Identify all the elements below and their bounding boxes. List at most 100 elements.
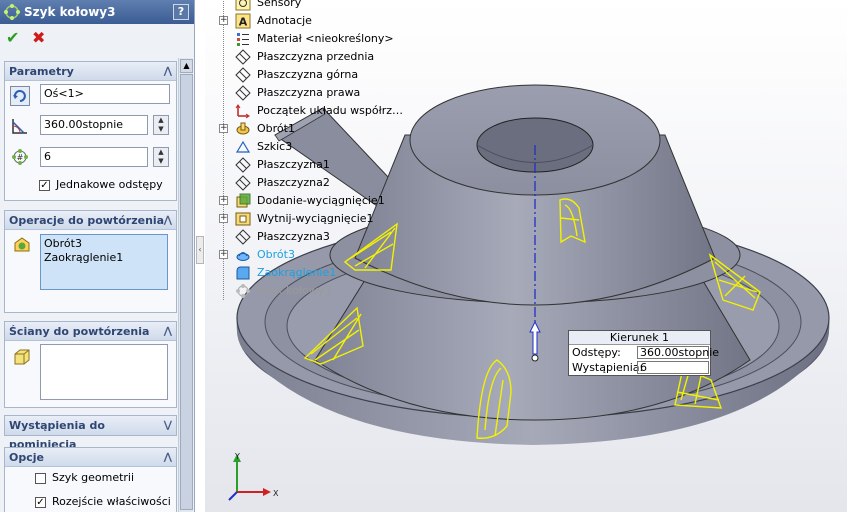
- tree-item-fillet1[interactable]: Zaokrąglenie1: [215, 264, 415, 282]
- angle-spinner[interactable]: ▲ ▼: [153, 115, 169, 135]
- features-to-pattern-header[interactable]: Operacje do powtórzenia ⋀: [5, 211, 176, 230]
- tree-item-material[interactable]: Materiał <nieokreślony>: [215, 30, 415, 48]
- tree-item-plane3[interactable]: Płaszczyzna3: [215, 228, 415, 246]
- parameters-group-header[interactable]: Parametry ⋀: [5, 62, 176, 81]
- tree-item-cut-extrude1[interactable]: + Wytnij-wyciągnięcie1: [215, 210, 415, 228]
- callout-title: Kierunek 1: [569, 331, 710, 345]
- list-item[interactable]: Zaokrąglenie1: [44, 251, 164, 265]
- panel-splitter-handle[interactable]: ‹: [196, 236, 204, 264]
- expand-toggle-icon[interactable]: +: [219, 214, 228, 223]
- callout-spacing-field[interactable]: 360.00stopnie: [637, 346, 719, 359]
- sensor-icon: [235, 0, 251, 11]
- tree-item-sensors[interactable]: Sensory: [215, 0, 415, 12]
- faces-to-pattern-title: Ściany do powtórzenia: [9, 325, 150, 338]
- tree-item-front-plane[interactable]: Płaszczyzna przednia: [215, 48, 415, 66]
- plane-icon: [235, 85, 251, 101]
- collapse-chevron-icon[interactable]: ⋀: [164, 448, 172, 467]
- propagate-visual-label: Rozejście właściwości: [52, 495, 171, 508]
- axis-field[interactable]: Oś<1>: [40, 84, 170, 104]
- feature-tree: Sensory + A Adnotacje Materiał <nieokreś…: [215, 0, 415, 300]
- callout-instances-label: Wystąpienia:: [572, 361, 644, 374]
- scroll-up-arrow-icon[interactable]: ▲: [180, 59, 193, 73]
- plane-icon: [235, 175, 251, 191]
- faces-to-pattern-header[interactable]: Ściany do powtórzenia ⋀: [5, 322, 176, 341]
- list-item[interactable]: Obrót3: [44, 237, 164, 251]
- property-manager: Szyk kołowy3 ? ✔ ✖ Parametry ⋀ Oś<1> 360…: [0, 0, 195, 512]
- svg-text:#: #: [17, 153, 24, 162]
- fillet-icon: [236, 266, 250, 280]
- collapse-chevron-icon[interactable]: ⋀: [164, 62, 172, 81]
- face-icon: [14, 349, 30, 365]
- callout-spacing-row: Odstępy: 360.00stopnie: [569, 345, 719, 360]
- geometry-pattern-label: Szyk geometrii: [52, 471, 135, 484]
- equal-spacing-checkbox[interactable]: ✓: [39, 180, 50, 191]
- faces-to-pattern-group: Ściany do powtórzenia ⋀: [4, 321, 177, 408]
- property-manager-scrollbar[interactable]: ▲: [178, 58, 193, 512]
- features-to-pattern-group: Operacje do powtórzenia ⋀ Obrót3 Zaokrąg…: [4, 210, 177, 313]
- tree-item-origin[interactable]: Początek układu współrz…: [215, 102, 415, 120]
- callout-instances-field[interactable]: 6: [637, 361, 709, 374]
- collapse-chevron-icon[interactable]: ⋀: [164, 322, 172, 341]
- reference-triad: Y X: [228, 452, 279, 501]
- expand-toggle-icon[interactable]: +: [219, 124, 228, 133]
- propagate-visual-checkbox[interactable]: ✓: [35, 497, 46, 508]
- triad-x-label: X: [273, 489, 279, 498]
- tree-item-annotations[interactable]: + A Adnotacje: [215, 12, 415, 30]
- sketch-icon: [235, 140, 251, 153]
- scroll-thumb[interactable]: [180, 74, 193, 510]
- property-manager-title: Szyk kołowy3: [24, 5, 116, 19]
- collapse-chevron-icon[interactable]: ⋀: [164, 211, 172, 230]
- tree-item-plane1[interactable]: Płaszczyzna1: [215, 156, 415, 174]
- plane-icon: [235, 49, 251, 65]
- tree-item-revolve3[interactable]: + Obrót3: [215, 246, 415, 264]
- instances-to-skip-header[interactable]: Wystąpienia do pominięcia ⋁: [5, 416, 176, 451]
- graphics-viewport[interactable]: Sensory + A Adnotacje Materiał <nieokreś…: [205, 0, 847, 512]
- expand-toggle-icon[interactable]: +: [219, 250, 228, 259]
- angle-icon: [12, 119, 27, 134]
- revolve-icon: [236, 122, 250, 135]
- features-to-pattern-title: Operacje do powtórzenia: [9, 214, 165, 227]
- circular-pattern-icon: [4, 4, 20, 20]
- tree-item-top-plane[interactable]: Płaszczyzna górna: [215, 66, 415, 84]
- options-group: Opcje ⋀ Szyk geometrii ✓ Rozejście właśc…: [4, 447, 177, 512]
- tree-item-sketch3[interactable]: Szkic3: [215, 138, 415, 156]
- geometry-pattern-checkbox[interactable]: [35, 473, 46, 484]
- annotations-icon: A: [235, 13, 251, 29]
- parameters-group-title: Parametry: [9, 65, 74, 78]
- tree-item-revolve1[interactable]: + Obrót1: [215, 120, 415, 138]
- faces-to-pattern-list[interactable]: [40, 344, 168, 400]
- ok-button[interactable]: ✔: [6, 30, 19, 46]
- cut-extrude-icon: [235, 212, 251, 226]
- callout-instances-row: Wystąpienia: 6: [569, 360, 710, 375]
- origin-icon: [235, 104, 250, 119]
- instance-count-field[interactable]: 6: [40, 147, 148, 167]
- circular-pattern-icon: [236, 284, 250, 298]
- cancel-button[interactable]: ✖: [32, 30, 45, 46]
- revolve-icon: [236, 252, 250, 261]
- tree-item-right-plane[interactable]: Płaszczyzna prawa: [215, 84, 415, 102]
- direction-callout: Kierunek 1 Odstępy: 360.00stopnie Wystąp…: [568, 330, 719, 376]
- expand-toggle-icon[interactable]: +: [219, 196, 228, 205]
- instance-count-icon: #: [12, 149, 28, 165]
- equal-spacing-label: Jednakowe odstępy: [56, 178, 163, 191]
- angle-field[interactable]: 360.00stopnie: [40, 115, 148, 135]
- instances-to-skip-group: Wystąpienia do pominięcia ⋁: [4, 415, 177, 451]
- extrude-icon: [236, 193, 251, 208]
- features-to-pattern-list[interactable]: Obrót3 Zaokrąglenie1: [40, 234, 168, 290]
- triad-y-label: Y: [234, 452, 240, 461]
- reverse-direction-icon[interactable]: [10, 86, 30, 106]
- expand-toggle-icon[interactable]: +: [219, 16, 228, 25]
- plane-icon: [235, 157, 251, 173]
- options-header[interactable]: Opcje ⋀: [5, 448, 176, 467]
- features-icon: [14, 237, 30, 252]
- instance-count-spinner[interactable]: ▲ ▼: [153, 147, 169, 167]
- tree-item-plane2[interactable]: Płaszczyzna2: [215, 174, 415, 192]
- help-button[interactable]: ?: [173, 4, 189, 20]
- expand-chevron-icon[interactable]: ⋁: [164, 416, 172, 435]
- tree-item-extrude1[interactable]: + Dodanie-wyciągnięcie1: [215, 192, 415, 210]
- plane-icon: [235, 229, 251, 245]
- tree-item-circular-pattern3[interactable]: Szyk kołowy3: [215, 282, 415, 300]
- property-manager-title-bar: Szyk kołowy3 ?: [0, 0, 194, 24]
- svg-text:A: A: [239, 16, 248, 29]
- callout-spacing-label: Odstępy:: [572, 346, 621, 359]
